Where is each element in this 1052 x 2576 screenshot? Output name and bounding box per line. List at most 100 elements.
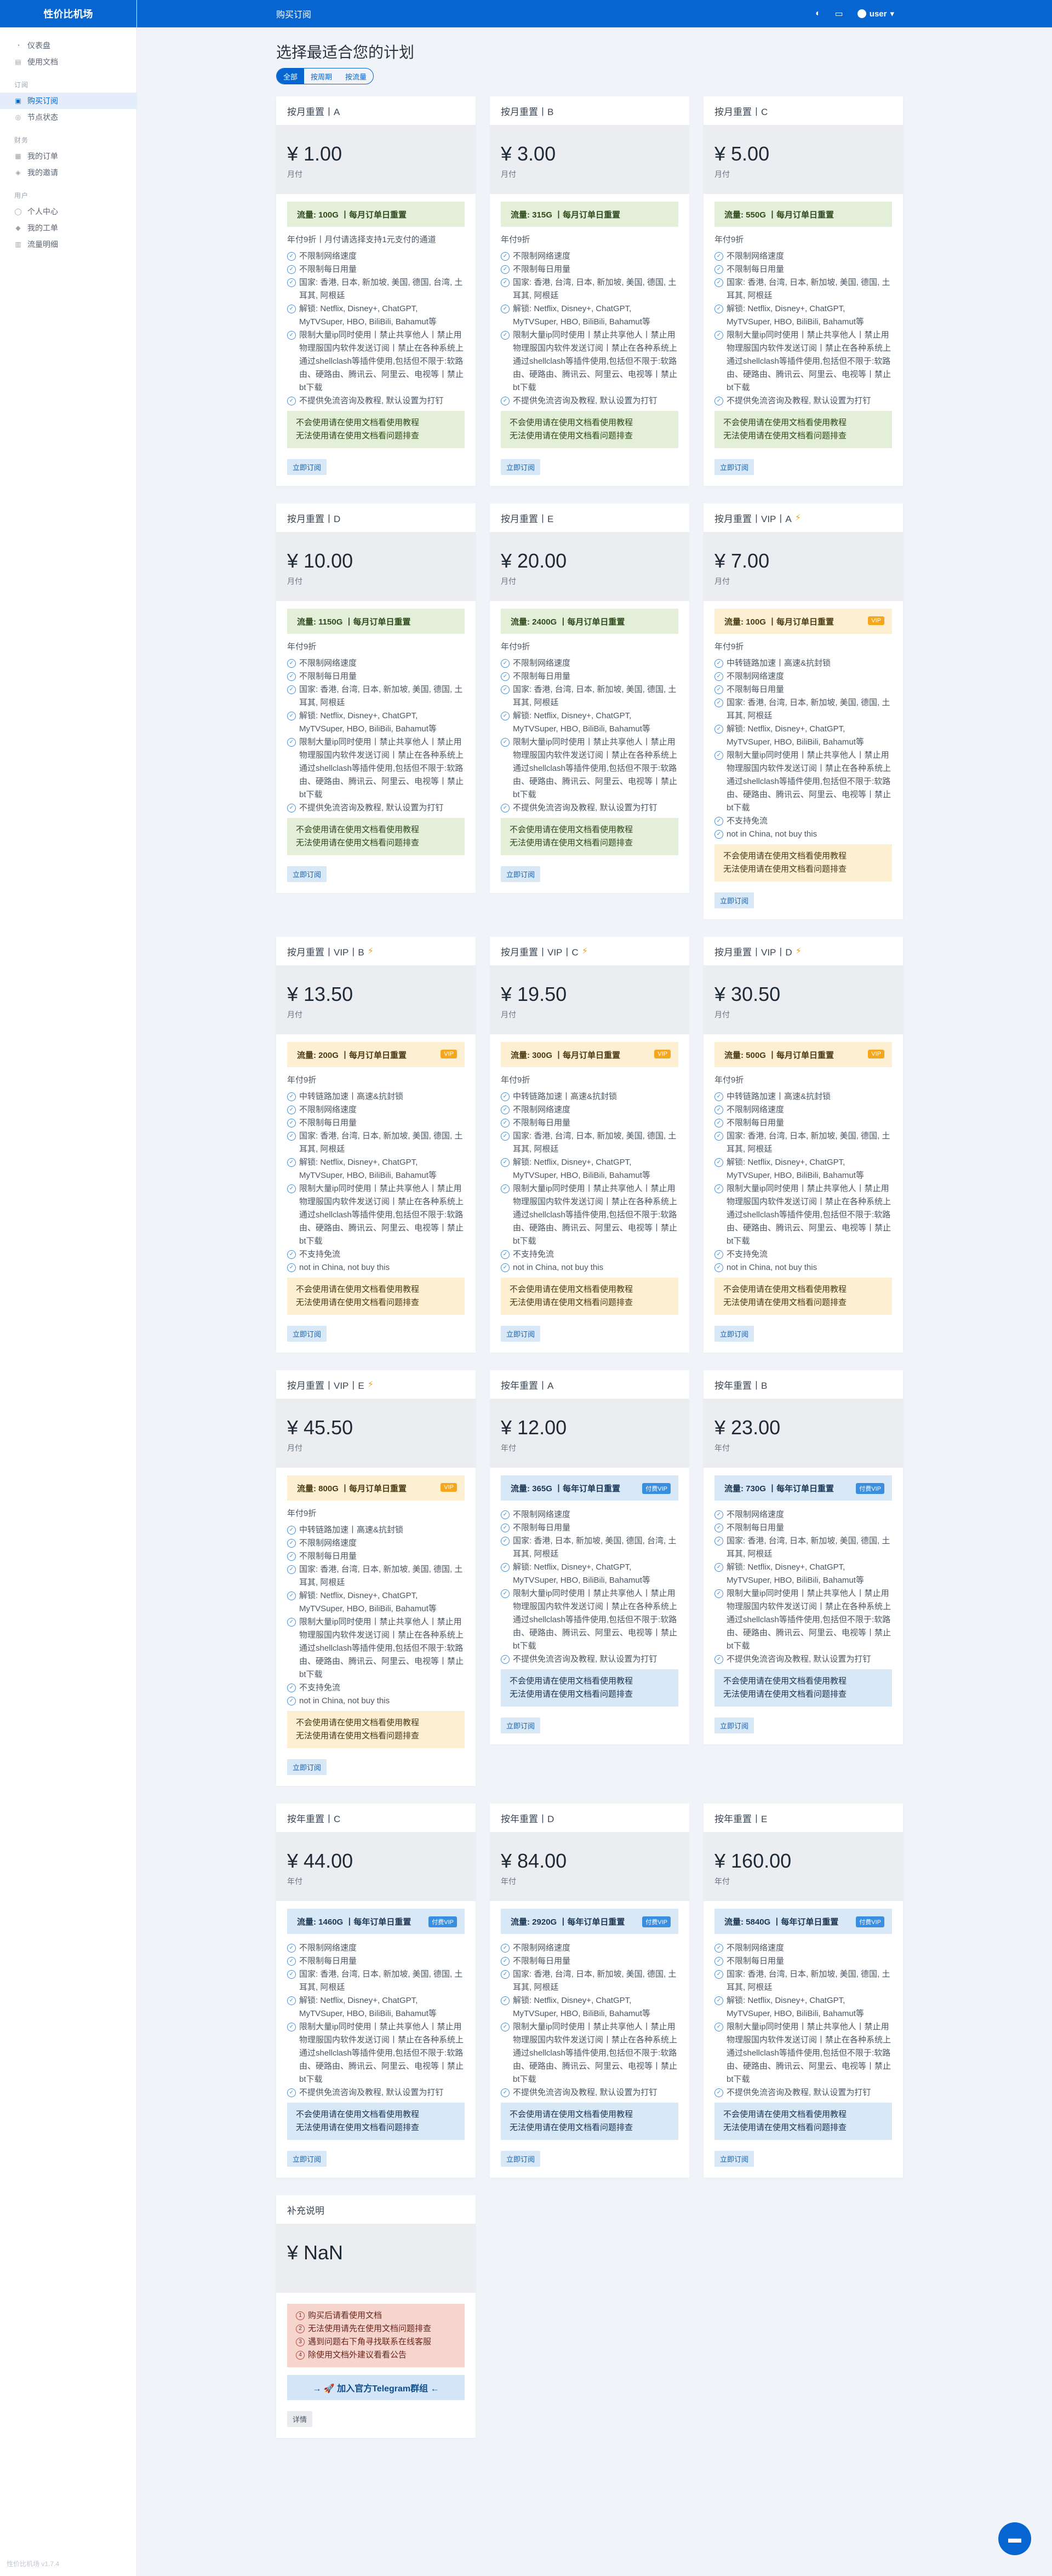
plan-period: 月付: [287, 1010, 302, 1019]
subscribe-button[interactable]: 立即订阅: [287, 1326, 327, 1342]
info-line-text: 无法使用请先在使用文档问题排查: [308, 2324, 432, 2333]
check-circle-icon: ✓: [714, 1092, 723, 1101]
traffic-banner: 流量: 550G 丨每月订单日重置: [714, 202, 892, 227]
feature-item: ✓ 解锁: Netflix, Disney+, ChatGPT, MyTVSupe…: [287, 1994, 465, 2020]
sidebar-item[interactable]: ▦ 我的订单: [0, 148, 136, 164]
paid-vip-badge: 付费VIP: [856, 1916, 884, 1927]
plan-title: 按年重置丨C: [276, 1804, 476, 1832]
subscribe-button[interactable]: 立即订阅: [714, 459, 754, 475]
feature-text: 国家: 香港, 台湾, 日本, 新加坡, 美国, 德国, 土耳其, 阿根廷: [513, 685, 677, 707]
traffic-banner: 流量: 2920G 丨每年订单日重置 付费VIP: [501, 1909, 678, 1934]
help-line: 无法使用请在使用文档看问题排查: [510, 838, 633, 848]
invite-icon: ◈: [15, 169, 21, 176]
feature-text: 不限制每日用量: [727, 685, 785, 694]
help-line: 无法使用请在使用文档看问题排查: [723, 431, 847, 440]
plan-period: 月付: [287, 1444, 302, 1452]
feature-item: ✓ 不提供免流咨询及教程, 默认设置为打钉: [501, 2086, 678, 2099]
sidebar-item[interactable]: ▥ 流量明细: [0, 236, 136, 253]
feature-item: ✓ 限制大量ip同时使用丨禁止共享他人丨禁止用物理服国内软件发送订阅丨禁止在各种系…: [501, 2020, 678, 2086]
feature-item: ✓ 限制大量ip同时使用丨禁止共享他人丨禁止用物理服国内软件发送订阅丨禁止在各种系…: [714, 329, 892, 394]
feature-text: 限制大量ip同时使用丨禁止共享他人丨禁止用物理服国内软件发送订阅丨禁止在各种系统…: [299, 1617, 464, 1679]
sidebar-item[interactable]: ◎ 节点状态: [0, 109, 136, 125]
traffic-text: 流量: 2400G 丨每月订单日重置: [511, 617, 625, 627]
sidebar-item[interactable]: ◯ 个人中心: [0, 203, 136, 220]
feature-item: ✓ 解锁: Netflix, Disney+, ChatGPT, MyTVSupe…: [714, 1561, 892, 1587]
feature-item: ✓ 解锁: Netflix, Disney+, ChatGPT, MyTVSupe…: [714, 1156, 892, 1182]
help-alert: 不会使用请在使用文档看使用教程 无法使用请在使用文档看问题排查: [714, 2103, 892, 2140]
feature-item: ✓ 不提供免流咨询及教程, 默认设置为打钉: [501, 1653, 678, 1666]
plan-title-text: 按年重置丨B: [714, 1380, 768, 1391]
info-body: 1 购买后请看使用文档 2 无法使用请先在使用文档问题排查 3 遇到问题右下角寻找联系在线…: [276, 2293, 476, 2438]
feature-text: 不限制网络速度: [299, 1943, 357, 1953]
feature-item: ✓ 解锁: Netflix, Disney+, ChatGPT, MyTVSupe…: [501, 302, 678, 329]
lightning-icon: ⚡: [794, 513, 801, 523]
subscribe-button[interactable]: 立即订阅: [501, 1718, 541, 1733]
check-circle-icon: ✓: [714, 685, 723, 694]
subscribe-button[interactable]: 立即订阅: [501, 459, 541, 475]
feature-text: 限制大量ip同时使用丨禁止共享他人丨禁止用物理服国内软件发送订阅丨禁止在各种系统…: [513, 1184, 678, 1246]
feature-text: 解锁: Netflix, Disney+, ChatGPT, MyTVSuper…: [299, 1591, 437, 1613]
feature-item: ✓ 国家: 香港, 台湾, 日本, 新加坡, 美国, 德国, 土耳其, 阿根廷: [501, 1968, 678, 1994]
plan-card: 按月重置丨E ¥ 20.00 月付 流量: 2400G 丨每月订单日重置 年付9折 ✓ 不限…: [490, 503, 689, 893]
check-circle-icon: ✓: [287, 738, 296, 747]
lightning-icon: ⚡: [795, 947, 802, 956]
chevron-down-icon: ▾: [890, 9, 894, 19]
details-button[interactable]: 详情: [287, 2411, 313, 2427]
subscribe-button[interactable]: 立即订阅: [287, 459, 327, 475]
filter-tab[interactable]: 按周期: [304, 68, 339, 84]
feature-text: 不提供免流咨询及教程, 默认设置为打钉: [299, 396, 444, 405]
sidebar-item[interactable]: ▤ 使用文档: [0, 54, 136, 70]
sidebar-item[interactable]: ◈ 我的邀请: [0, 164, 136, 181]
price-box: ¥ 5.00 月付: [704, 125, 903, 194]
traffic-banner: 流量: 1460G 丨每年订单日重置 付费VIP: [287, 1909, 465, 1934]
sidebar-item[interactable]: ◆ 我的工单: [0, 220, 136, 236]
telegram-group-button[interactable]: → 🚀 加入官方Telegram群组 ←: [287, 2375, 465, 2400]
check-circle-icon: ✓: [714, 1132, 723, 1141]
plan-title: 按月重置丨VIP丨A ⚡: [704, 503, 903, 532]
feature-text: 国家: 香港, 台湾, 日本, 新加坡, 美国, 德国, 土耳其, 阿根廷: [513, 278, 677, 300]
filter-tab[interactable]: 全部: [277, 68, 305, 84]
filter-tab[interactable]: 按流量: [339, 68, 373, 84]
help-alert: 不会使用请在使用文档看使用教程 无法使用请在使用文档看问题排查: [287, 818, 465, 855]
feature-text: 限制大量ip同时使用丨禁止共享他人丨禁止用物理服国内软件发送订阅丨禁止在各种系统…: [727, 2022, 891, 2084]
check-circle-icon: ✓: [287, 397, 296, 405]
feature-item: ✓ 不限制网络速度: [501, 250, 678, 263]
check-circle-icon: ✓: [501, 265, 510, 274]
check-circle-icon: ✓: [501, 738, 510, 747]
order-icon: ▦: [15, 152, 21, 160]
traffic-text: 流量: 800G 丨每月订单日重置: [297, 1484, 407, 1493]
sidebar-item[interactable]: ▣ 购买订阅: [0, 93, 136, 109]
check-circle-icon: ✓: [501, 1996, 510, 2005]
sidebar-item[interactable]: ◔ 仪表盘: [0, 37, 136, 54]
vip-badge: VIP: [654, 1050, 671, 1058]
subscribe-button[interactable]: 立即订阅: [287, 2151, 327, 2167]
subscribe-button[interactable]: 立即订阅: [501, 866, 541, 882]
chat-support-button[interactable]: ▬: [998, 2522, 1031, 2555]
check-circle-icon: ✓: [714, 1655, 723, 1664]
subscribe-button[interactable]: 立即订阅: [714, 1718, 754, 1733]
feature-item: ✓ 限制大量ip同时使用丨禁止共享他人丨禁止用物理服国内软件发送订阅丨禁止在各种系…: [714, 1587, 892, 1653]
subscribe-button[interactable]: 立即订阅: [287, 1759, 327, 1775]
subscribe-button[interactable]: 立即订阅: [501, 1326, 541, 1342]
subscribe-button[interactable]: 立即订阅: [714, 2151, 754, 2167]
theme-toggle-icon[interactable]: ◐: [815, 9, 821, 19]
traffic-banner: 流量: 200G 丨每月订单日重置 VIP: [287, 1042, 465, 1067]
price-box: ¥ 45.50 月付: [276, 1399, 476, 1468]
check-circle-icon: ✓: [501, 2088, 510, 2097]
subscribe-button[interactable]: 立即订阅: [287, 866, 327, 882]
nav-heading: 用户: [14, 192, 29, 199]
subscribe-button[interactable]: 立即订阅: [501, 2151, 541, 2167]
feature-text: 国家: 香港, 台湾, 日本, 新加坡, 美国, 德国, 土耳其, 阿根廷: [299, 685, 463, 707]
check-circle-icon: ✓: [501, 804, 510, 812]
subscribe-button[interactable]: 立即订阅: [714, 892, 754, 908]
feature-item: ✓ 不限制每日用量: [287, 1955, 465, 1968]
user-menu[interactable]: user ▾: [857, 9, 894, 19]
feature-text: 不限制每日用量: [513, 1956, 571, 1966]
language-icon[interactable]: ▭: [835, 8, 843, 19]
subscribe-button[interactable]: 立即订阅: [714, 1326, 754, 1342]
plan-body: 流量: 1150G 丨每月订单日重置 年付9折 ✓ 不限制网络速度 ✓ 不限制每日用量 ✓ 国…: [276, 601, 476, 893]
feature-item: ✓ 国家: 香港, 台湾, 日本, 新加坡, 美国, 德国, 土耳其, 阿根廷: [714, 696, 892, 723]
check-circle-icon: ✓: [714, 1263, 723, 1272]
feature-text: 国家: 香港, 台湾, 日本, 新加坡, 美国, 德国, 土耳其, 阿根廷: [513, 1970, 677, 1992]
brand-logo[interactable]: 性价比机场: [0, 0, 136, 27]
